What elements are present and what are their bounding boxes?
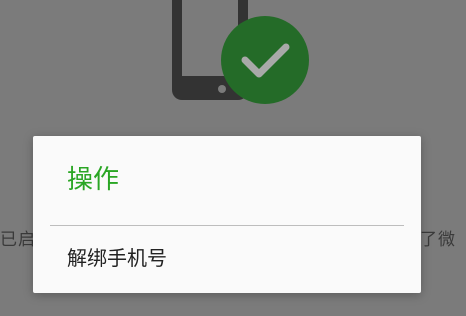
dialog-title: 操作 — [67, 165, 120, 195]
action-dialog: 操作 解绑手机号 — [33, 136, 421, 293]
unbind-phone-option[interactable]: 解绑手机号 — [50, 228, 404, 290]
unbind-phone-label: 解绑手机号 — [67, 246, 167, 270]
phone-home-button-shape — [218, 85, 226, 93]
phone-verified-icon — [170, 0, 310, 110]
background-text-left: 已启 — [0, 230, 36, 250]
check-badge-shape — [221, 16, 309, 104]
dialog-divider — [50, 225, 404, 226]
background-text-right: 了微 — [420, 230, 456, 250]
